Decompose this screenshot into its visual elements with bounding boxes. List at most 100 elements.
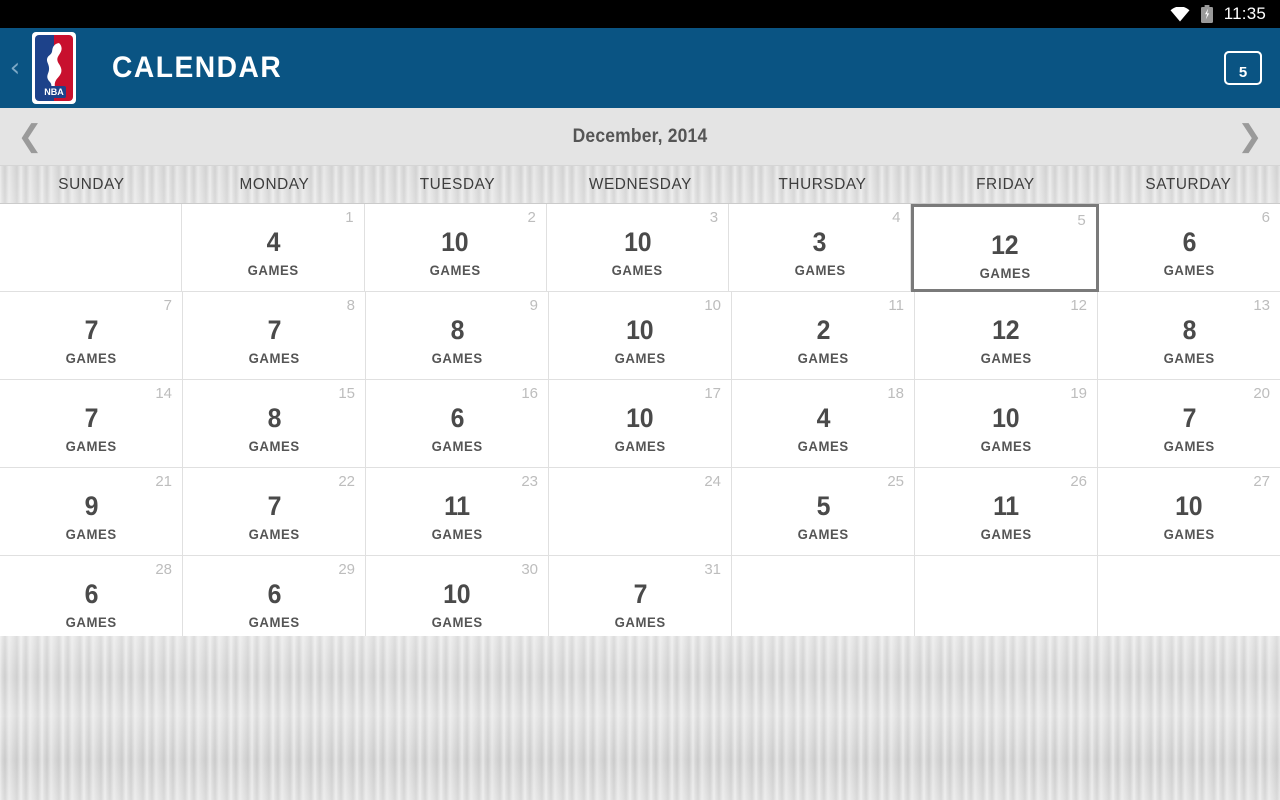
game-count: 7 bbox=[267, 315, 281, 345]
games-label: GAMES bbox=[65, 614, 117, 630]
calendar-day-cell[interactable]: 19 10 GAMES bbox=[915, 380, 1098, 468]
games-label: GAMES bbox=[980, 526, 1032, 542]
game-count: 3 bbox=[812, 227, 827, 257]
calendar-day-cell[interactable]: 4 3 GAMES bbox=[729, 204, 912, 292]
back-chevron-icon[interactable]: ‹ bbox=[2, 55, 28, 81]
calendar-day-cell[interactable]: 30 10 GAMES bbox=[366, 556, 549, 644]
android-status-bar: 11:35 bbox=[0, 0, 1280, 28]
games-label: GAMES bbox=[797, 438, 849, 454]
calendar-day-cell[interactable]: 8 7 GAMES bbox=[183, 292, 366, 380]
nba-logo: NBA bbox=[32, 32, 76, 104]
calendar-empty-cell bbox=[1098, 556, 1280, 644]
status-icon-group: 11:35 bbox=[1170, 5, 1266, 23]
calendar-week-row: 21 9 GAMES 22 7 GAMES 23 11 GAMES 24 25 5 GAMES 26 11 G… bbox=[0, 468, 1280, 556]
games-label: GAMES bbox=[429, 262, 481, 278]
day-header-saturday: SATURDAY bbox=[1145, 175, 1232, 193]
day-number: 11 bbox=[888, 297, 904, 314]
day-number: 29 bbox=[338, 561, 355, 578]
games-label: GAMES bbox=[431, 350, 483, 366]
day-number: 15 bbox=[338, 385, 355, 402]
game-count: 8 bbox=[450, 315, 464, 345]
day-number: 14 bbox=[155, 385, 172, 402]
calendar-day-cell[interactable]: 15 8 GAMES bbox=[183, 380, 366, 468]
calendar-day-cell[interactable]: 9 8 GAMES bbox=[366, 292, 549, 380]
app-header-bar: ‹ NBA CALENDAR 5 bbox=[0, 28, 1280, 108]
games-label: GAMES bbox=[431, 614, 483, 630]
calendar-day-cell[interactable]: 17 10 GAMES bbox=[549, 380, 732, 468]
games-label: GAMES bbox=[1163, 438, 1215, 454]
chevron-left-icon[interactable]: ❮ bbox=[0, 121, 60, 152]
calendar-day-cell[interactable]: 2 10 GAMES bbox=[364, 204, 547, 292]
day-header-tuesday: TUESDAY bbox=[419, 175, 495, 193]
calendar-day-cell[interactable]: 5 12 GAMES bbox=[911, 204, 1099, 292]
games-label: GAMES bbox=[614, 438, 666, 454]
calendar-empty-cell bbox=[732, 556, 915, 644]
game-count: 10 bbox=[443, 579, 471, 609]
chevron-right-icon[interactable]: ❯ bbox=[1220, 121, 1280, 152]
day-number: 28 bbox=[155, 561, 172, 578]
games-label: GAMES bbox=[980, 438, 1032, 454]
games-label: GAMES bbox=[980, 350, 1032, 366]
game-count: 7 bbox=[633, 579, 647, 609]
calendar-day-cell[interactable]: 21 9 GAMES bbox=[0, 468, 183, 556]
calendar-day-cell[interactable]: 29 6 GAMES bbox=[183, 556, 366, 644]
day-number: 2 bbox=[527, 209, 536, 226]
month-title: December, 2014 bbox=[572, 125, 708, 147]
day-number: 9 bbox=[529, 297, 538, 314]
calendar-day-cell[interactable]: 26 11 GAMES bbox=[915, 468, 1098, 556]
calendar-day-cell[interactable]: 12 12 GAMES bbox=[915, 292, 1098, 380]
day-header-sunday: SUNDAY bbox=[58, 175, 125, 193]
calendar-day-cell[interactable]: 25 5 GAMES bbox=[732, 468, 915, 556]
day-of-week-header-row: SUNDAY MONDAY TUESDAY WEDNESDAY THURSDAY… bbox=[0, 166, 1280, 204]
calendar-empty-cell bbox=[915, 556, 1098, 644]
day-number: 10 bbox=[704, 297, 721, 314]
calendar-day-cell[interactable]: 31 7 GAMES bbox=[549, 556, 732, 644]
games-label: GAMES bbox=[979, 265, 1031, 281]
day-number: 1 bbox=[345, 209, 354, 226]
calendar-day-cell[interactable]: 24 bbox=[549, 468, 732, 556]
day-number: 18 bbox=[887, 385, 904, 402]
games-label: GAMES bbox=[1163, 262, 1215, 278]
calendar-day-cell[interactable]: 6 6 GAMES bbox=[1098, 204, 1280, 292]
background-texture-area bbox=[0, 636, 1280, 800]
calendar-day-cell[interactable]: 13 8 GAMES bbox=[1098, 292, 1280, 380]
calendar-day-cell[interactable]: 27 10 GAMES bbox=[1098, 468, 1280, 556]
calendar-day-cell[interactable]: 10 10 GAMES bbox=[549, 292, 732, 380]
day-number: 31 bbox=[704, 561, 721, 578]
calendar-day-cell[interactable]: 14 7 GAMES bbox=[0, 380, 183, 468]
day-number: 23 bbox=[521, 473, 538, 490]
games-label: GAMES bbox=[65, 526, 117, 542]
game-count: 11 bbox=[444, 491, 470, 521]
app-screen: 11:35 ‹ NBA CALENDAR 5 ❮ December, 2014 … bbox=[0, 0, 1280, 800]
day-number: 13 bbox=[1253, 297, 1270, 314]
calendar-day-cell[interactable]: 11 2 GAMES bbox=[732, 292, 915, 380]
month-navigation-bar: ❮ December, 2014 ❯ bbox=[0, 108, 1280, 166]
calendar-week-row: 14 7 GAMES 15 8 GAMES 16 6 GAMES 17 10 GAMES 18 4 GAME… bbox=[0, 380, 1280, 468]
day-number: 22 bbox=[338, 473, 355, 490]
day-number: 25 bbox=[887, 473, 904, 490]
game-count: 4 bbox=[816, 403, 830, 433]
games-label: GAMES bbox=[794, 262, 846, 278]
calendar-day-icon[interactable]: 5 bbox=[1224, 51, 1262, 85]
games-label: GAMES bbox=[1163, 526, 1215, 542]
games-label: GAMES bbox=[611, 262, 664, 278]
calendar-day-cell[interactable]: 7 7 GAMES bbox=[0, 292, 183, 380]
calendar-day-cell[interactable]: 1 4 GAMES bbox=[182, 204, 365, 292]
games-label: GAMES bbox=[248, 614, 300, 630]
day-number: 4 bbox=[892, 209, 901, 226]
game-count: 9 bbox=[84, 491, 98, 521]
calendar-day-cell[interactable]: 22 7 GAMES bbox=[183, 468, 366, 556]
game-count: 12 bbox=[991, 230, 1019, 260]
day-header-thursday: THURSDAY bbox=[778, 175, 867, 193]
calendar-day-cell[interactable]: 23 11 GAMES bbox=[366, 468, 549, 556]
game-count: 10 bbox=[623, 227, 652, 257]
calendar-day-cell[interactable]: 28 6 GAMES bbox=[0, 556, 183, 644]
calendar-day-cell[interactable]: 3 10 GAMES bbox=[546, 204, 730, 292]
calendar-day-cell[interactable]: 18 4 GAMES bbox=[732, 380, 915, 468]
game-count: 4 bbox=[266, 227, 280, 257]
game-count: 8 bbox=[267, 403, 281, 433]
calendar-day-cell[interactable]: 16 6 GAMES bbox=[366, 380, 549, 468]
page-title: CALENDAR bbox=[112, 51, 283, 84]
calendar-day-cell[interactable]: 20 7 GAMES bbox=[1098, 380, 1280, 468]
day-number: 19 bbox=[1070, 385, 1087, 402]
